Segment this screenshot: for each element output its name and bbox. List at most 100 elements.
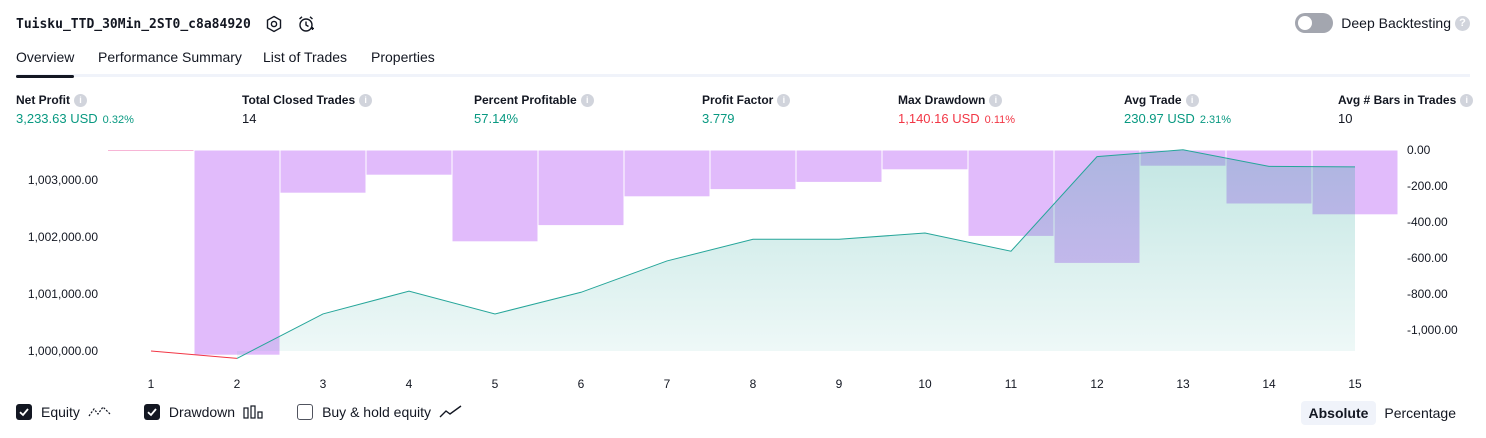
buy-hold-line-icon	[439, 404, 463, 420]
drawdown-bar	[279, 149, 367, 194]
metric-label: Profit Factor	[702, 93, 774, 107]
metric-label: Total Closed Trades	[242, 93, 356, 107]
metric-value: 10	[1338, 111, 1353, 126]
percentage-button[interactable]: Percentage	[1376, 401, 1464, 425]
drawdown-bar	[881, 149, 969, 171]
metric-net-profit: Net Profit i 3,233.63 USD 0.32%	[16, 93, 134, 126]
legend-buy-hold-equity[interactable]: Buy & hold equity	[297, 404, 463, 420]
metric-total-closed-trades: Total Closed Trades i 14	[242, 93, 373, 126]
alarm-clock-icon[interactable]	[297, 15, 315, 33]
x-tick-label: 7	[664, 377, 671, 391]
value-mode-switch: Absolute Percentage	[1300, 401, 1465, 425]
y-right-tick-label: 0.00	[1407, 143, 1431, 157]
drawdown-bar	[1311, 149, 1399, 216]
metric-profit-factor: Profit Factor i 3.779	[702, 93, 791, 126]
y-left-tick-label: 1,000,000.00	[28, 344, 98, 358]
y-left-tick-label: 1,002,000.00	[28, 230, 98, 244]
metric-percent: 0.11%	[984, 114, 1016, 126]
buy-hold-label: Buy & hold equity	[322, 404, 432, 420]
info-icon[interactable]: i	[580, 93, 594, 107]
metric-avg-trade: Avg Trade i 230.97 USD 2.31%	[1124, 93, 1231, 126]
drawdown-checkbox[interactable]	[143, 404, 160, 420]
metric-value: 230.97 USD	[1124, 111, 1195, 126]
metric-value: 1,140.16 USD	[898, 111, 980, 126]
info-icon[interactable]: i	[777, 93, 791, 107]
x-tick-label: 13	[1176, 377, 1190, 391]
y-right-tick-label: -600.00	[1407, 251, 1448, 265]
tab-list-of-trades[interactable]: List of Trades	[263, 49, 347, 74]
deep-backtesting-control: Deep Backtesting ?	[1295, 13, 1470, 33]
equity-label: Equity	[41, 404, 80, 420]
info-icon[interactable]: i	[74, 93, 87, 107]
info-icon[interactable]: i	[989, 93, 1003, 107]
metric-value: 3.779	[702, 111, 735, 126]
tab-bar: Overview Performance Summary List of Tra…	[16, 47, 1470, 78]
y-right-tick-label: -800.00	[1407, 287, 1448, 301]
info-icon[interactable]: i	[359, 93, 373, 107]
settings-gear-icon[interactable]	[265, 15, 283, 33]
tab-performance-summary[interactable]: Performance Summary	[98, 49, 242, 74]
metric-value: 14	[242, 111, 257, 126]
help-icon[interactable]: ?	[1455, 15, 1470, 31]
tab-overview[interactable]: Overview	[16, 49, 75, 78]
metric-label: Avg Trade	[1124, 93, 1182, 107]
drawdown-bar	[451, 149, 539, 243]
drawdown-bar	[967, 149, 1055, 237]
drawdown-label: Drawdown	[168, 404, 236, 420]
drawdown-bar	[365, 149, 453, 176]
strategy-name: Tuisku_TTD_30Min_2ST0_c8a84920	[16, 16, 251, 32]
x-tick-label: 10	[918, 377, 932, 391]
equity-line	[236, 149, 1356, 359]
drawdown-bar	[623, 149, 711, 198]
x-tick-label: 2	[234, 377, 241, 391]
metric-percent-profitable: Percent Profitable i 57.14%	[474, 93, 594, 126]
drawdown-bar	[795, 149, 883, 183]
metric-percent: 0.32%	[102, 114, 134, 126]
equity-negative-line	[150, 350, 238, 359]
x-tick-label: 12	[1090, 377, 1104, 391]
toggle-knob	[1298, 16, 1313, 30]
y-right-tick-label: -400.00	[1407, 215, 1448, 229]
x-tick-label: 15	[1348, 377, 1362, 391]
x-tick-label: 11	[1005, 377, 1018, 391]
drawdown-bar	[709, 149, 797, 191]
deep-backtesting-label: Deep Backtesting	[1341, 15, 1451, 31]
equity-checkbox[interactable]	[16, 404, 32, 420]
deep-backtesting-toggle[interactable]	[1295, 13, 1334, 33]
info-icon[interactable]: i	[1460, 93, 1474, 107]
x-tick-label: 9	[836, 377, 843, 391]
buy-hold-checkbox[interactable]	[297, 404, 314, 420]
drawdown-bar	[537, 149, 625, 227]
metric-value: 57.14%	[474, 111, 519, 126]
x-tick-label: 1	[148, 377, 155, 391]
y-left-tick-label: 1,001,000.00	[28, 287, 98, 301]
y-left-tick-label: 1,003,000.00	[28, 173, 98, 187]
metric-max-drawdown: Max Drawdown i 1,140.16 USD 0.11%	[898, 93, 1015, 126]
metric-avg-bars-in-trades: Avg # Bars in Trades i 10	[1338, 93, 1474, 126]
chart-legend: Equity Drawdown Buy & hold equity	[16, 404, 495, 420]
drawdown-bar	[1053, 149, 1141, 264]
drawdown-bars-icon	[243, 404, 265, 420]
absolute-button[interactable]: Absolute	[1300, 401, 1377, 425]
equity-line-icon	[88, 404, 112, 420]
strategy-header: Tuisku_TTD_30Min_2ST0_c8a84920	[16, 13, 315, 35]
metric-label: Percent Profitable	[474, 93, 577, 107]
x-tick-label: 4	[406, 377, 413, 391]
metric-value: 3,233.63 USD	[16, 111, 98, 126]
legend-equity[interactable]: Equity	[16, 404, 112, 420]
y-right-tick-label: -200.00	[1407, 179, 1448, 193]
drawdown-bar	[1225, 149, 1313, 205]
legend-drawdown[interactable]: Drawdown	[143, 404, 265, 420]
metric-label: Max Drawdown	[898, 93, 986, 107]
x-tick-label: 14	[1262, 377, 1276, 391]
x-tick-label: 5	[492, 377, 499, 391]
metric-label: Avg # Bars in Trades	[1338, 93, 1457, 107]
x-tick-label: 8	[750, 377, 757, 391]
tab-properties[interactable]: Properties	[371, 49, 435, 74]
drawdown-bar	[193, 149, 281, 356]
info-icon[interactable]: i	[1185, 93, 1199, 107]
x-tick-label: 6	[578, 377, 585, 391]
drawdown-bar	[1139, 149, 1227, 167]
x-tick-label: 3	[320, 377, 327, 391]
metric-label: Net Profit	[16, 93, 70, 107]
